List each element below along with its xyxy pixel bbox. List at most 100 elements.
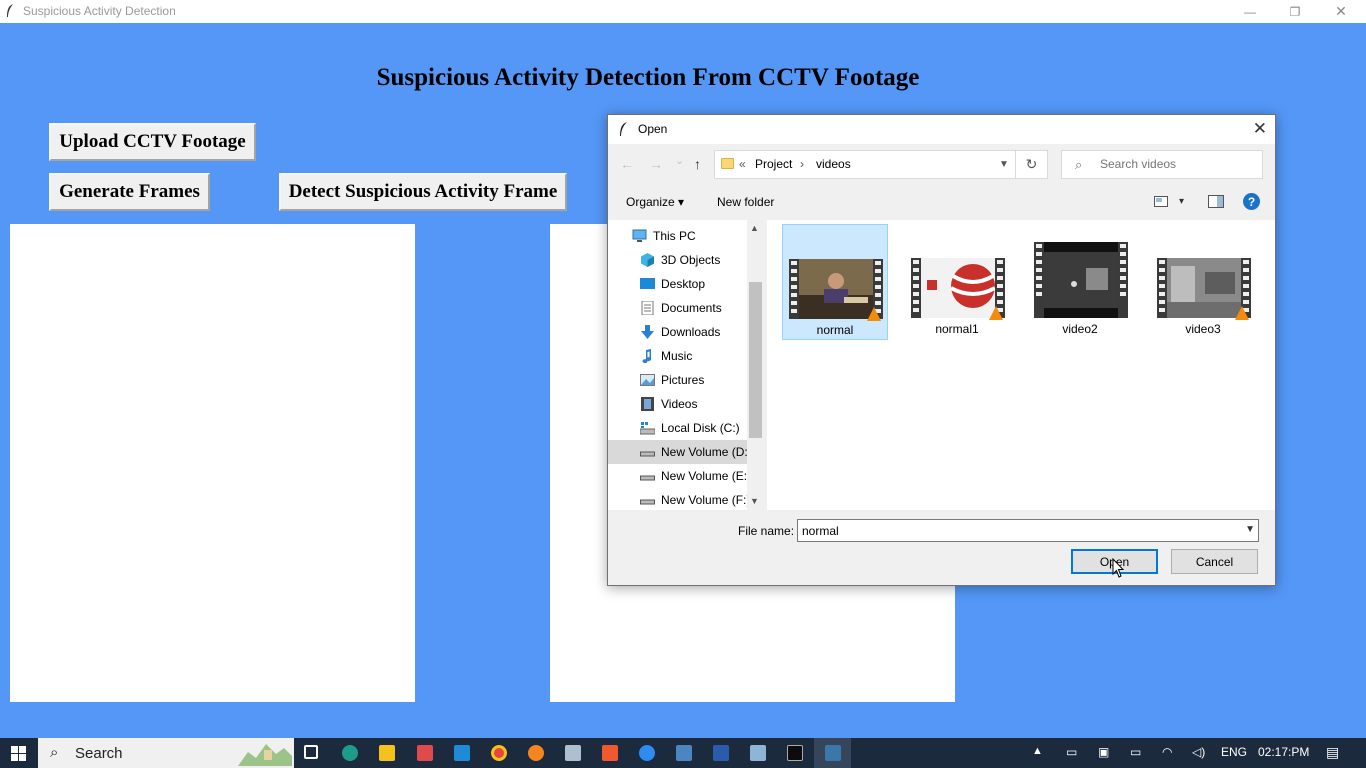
show-hidden-icons[interactable]: ▲ <box>1032 745 1043 757</box>
file-name-input[interactable] <box>802 524 1222 538</box>
terminal-icon[interactable] <box>787 745 803 761</box>
scroll-down-icon[interactable]: ▼ <box>750 496 759 506</box>
scrollbar-thumb[interactable] <box>749 282 762 438</box>
taskbar-search[interactable]: ⌕ Search <box>38 738 294 768</box>
address-bar-row: ← → ⌄ ↑ « Project › videos ▼ ↻ ⌕ <box>608 148 1275 182</box>
tray-security-icon[interactable]: ▣ <box>1098 745 1109 759</box>
python-icon <box>825 745 841 761</box>
nav-item-new-volume-e[interactable]: New Volume (E:) <box>608 464 747 488</box>
vscode-icon[interactable] <box>454 745 470 761</box>
video-thumbnail <box>1157 258 1251 320</box>
feather-icon <box>7 4 13 17</box>
breadcrumb-project[interactable]: Project <box>755 157 792 171</box>
nav-item-desktop[interactable]: Desktop <box>608 272 747 296</box>
app-icon-blue[interactable] <box>676 745 692 761</box>
search-input[interactable] <box>1100 157 1250 171</box>
maximize-button[interactable]: ❐ <box>1272 0 1318 23</box>
page-title: Suspicious Activity Detection From CCTV … <box>376 64 920 91</box>
video-thumbnail <box>911 258 1005 320</box>
breadcrumb-videos[interactable]: videos <box>816 157 851 171</box>
clock[interactable]: 02:17:PM <box>1258 745 1309 759</box>
nav-item-new-volume-f[interactable]: New Volume (F:) <box>608 488 747 510</box>
nav-item-label: New Volume (E:) <box>661 469 747 483</box>
nav-item-new-volume-d[interactable]: New Volume (D: <box>608 440 747 464</box>
volume-icon[interactable]: ◁) <box>1192 745 1205 759</box>
file-name-dropdown-icon[interactable]: ▼ <box>1245 524 1255 535</box>
nav-item-videos[interactable]: Videos <box>608 392 747 416</box>
file-item-normal1[interactable]: normal1 <box>905 224 1011 340</box>
word-icon[interactable] <box>713 745 729 761</box>
music-icon <box>642 349 652 363</box>
file-name-label: File name: <box>738 524 795 538</box>
video-thumbnail <box>1034 242 1128 318</box>
generate-frames-button[interactable]: Generate Frames <box>49 173 210 211</box>
back-arrow-icon[interactable]: ← <box>620 156 634 172</box>
dialog-close-icon[interactable]: ✕ <box>1253 119 1267 139</box>
open-file-dialog: Open ✕ ← → ⌄ ↑ « Project › videos ▼ ↻ ⌕ … <box>607 114 1276 586</box>
nav-item-label: Pictures <box>661 373 705 387</box>
recent-locations-icon[interactable]: ⌄ <box>675 154 684 167</box>
nav-item-downloads[interactable]: Downloads <box>608 320 747 344</box>
search-icon: ⌕ <box>1075 157 1083 172</box>
nav-item-3d-objects[interactable]: 3D Objects <box>608 248 747 272</box>
windows-start-icon[interactable] <box>11 746 26 761</box>
address-dropdown-icon[interactable]: ▼ <box>993 151 1015 178</box>
preview-pane-icon[interactable] <box>1208 195 1224 208</box>
taskbar-search-label: Search <box>75 745 123 762</box>
refresh-button[interactable]: ↻ <box>1016 150 1048 179</box>
task-view-icon[interactable] <box>304 745 318 759</box>
app-icon-red[interactable] <box>417 745 433 761</box>
path-overflow-icon[interactable]: « <box>739 157 746 171</box>
edge-icon[interactable] <box>342 745 358 761</box>
app-icon-gray[interactable] <box>565 745 581 761</box>
wifi-icon[interactable]: ◠ <box>1162 745 1172 759</box>
close-button[interactable]: ✕ <box>1318 0 1364 23</box>
folder-icon <box>721 158 734 169</box>
forward-arrow-icon[interactable]: → <box>649 156 663 172</box>
minimize-button[interactable]: — <box>1227 0 1273 23</box>
brave-icon[interactable] <box>602 745 618 761</box>
nav-item-music[interactable]: Music <box>608 344 747 368</box>
language-indicator[interactable]: ENG <box>1221 745 1247 759</box>
file-list: normal normal1 video2 video3 <box>767 220 1275 510</box>
nav-item-documents[interactable]: Documents <box>608 296 747 320</box>
up-arrow-icon[interactable]: ↑ <box>694 156 701 172</box>
chrome-icon[interactable] <box>491 745 507 761</box>
file-item-video3[interactable]: video3 <box>1151 224 1257 340</box>
file-explorer-icon[interactable] <box>379 745 395 761</box>
downloads-icon <box>641 325 654 339</box>
desktop-icon <box>640 278 655 289</box>
battery-icon[interactable]: ▭ <box>1130 745 1141 759</box>
nav-item-label: 3D Objects <box>661 253 721 267</box>
file-name-combobox[interactable]: ▼ <box>797 519 1259 542</box>
file-item-video2[interactable]: video2 <box>1028 224 1134 340</box>
notepad-icon[interactable] <box>750 745 766 761</box>
nav-item-this-pc[interactable]: This PC <box>608 224 747 248</box>
python-taskbar-item[interactable] <box>814 738 851 768</box>
mouse-cursor-icon <box>1112 558 1124 578</box>
scroll-up-icon[interactable]: ▲ <box>750 223 759 233</box>
zoom-icon[interactable] <box>639 745 655 761</box>
address-bar[interactable]: « Project › videos ▼ <box>714 150 1016 179</box>
nav-item-label: New Volume (D: <box>661 445 747 459</box>
taskbar: ⌕ Search ▲ ▭ ▣ ▭ ◠ ◁) ENG 02:17:PM ▤ <box>0 738 1366 768</box>
nav-pane-scrollbar[interactable]: ▲ ▼ <box>747 220 764 510</box>
view-options-icon[interactable] <box>1154 196 1168 207</box>
notifications-icon[interactable]: ▤ <box>1326 744 1339 761</box>
3d-objects-icon <box>641 253 654 267</box>
local-disk-icon <box>640 422 655 435</box>
cancel-button[interactable]: Cancel <box>1171 549 1258 574</box>
view-dropdown-icon[interactable]: ▾ <box>1179 196 1184 207</box>
search-box[interactable]: ⌕ <box>1061 150 1263 179</box>
organize-menu[interactable]: Organize ▾ <box>626 195 684 209</box>
tray-app-icon[interactable]: ▭ <box>1066 745 1077 759</box>
nav-item-local-disk-c[interactable]: Local Disk (C:) <box>608 416 747 440</box>
nav-item-pictures[interactable]: Pictures <box>608 368 747 392</box>
search-tool-icon[interactable] <box>528 745 544 761</box>
new-folder-button[interactable]: New folder <box>717 195 774 209</box>
help-icon[interactable]: ? <box>1243 193 1260 210</box>
upload-cctv-button[interactable]: Upload CCTV Footage <box>49 123 256 161</box>
detect-activity-button[interactable]: Detect Suspicious Activity Frame <box>279 173 567 211</box>
file-item-normal[interactable]: normal <box>782 224 888 340</box>
nav-item-label: New Volume (F:) <box>661 493 747 507</box>
